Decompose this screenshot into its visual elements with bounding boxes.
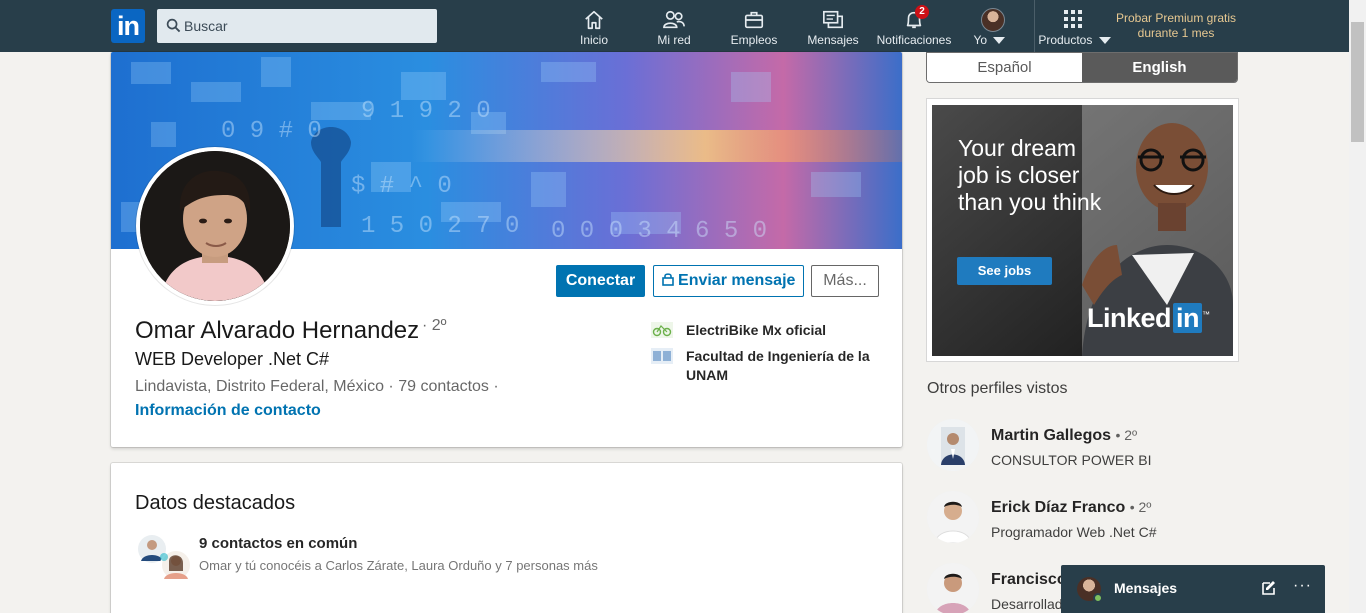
nav-item-products[interactable]: Productos (1036, 0, 1111, 52)
school-logo-icon (651, 348, 673, 364)
svg-text:0 0 0 3 4 6 5 0: 0 0 0 3 4 6 5 0 (551, 218, 767, 245)
home-icon (585, 10, 603, 30)
highlights-card: Datos destacados 9 contactos en común Om… (111, 463, 902, 613)
nav-item-my-network[interactable]: Mi red (648, 0, 700, 52)
search-icon (166, 18, 181, 33)
ad-banner[interactable]: Your dream job is closer than you think … (926, 98, 1239, 362)
other-profile-name: Francisco (991, 571, 1067, 588)
profile-card: 0 9 # 0 $ # ^ 0 1 5 0 2 7 0 0 0 0 3 4 6 … (111, 52, 902, 447)
profile-headline: WEB Developer .Net C# (135, 349, 330, 369)
nav-label-home: Inicio (579, 33, 608, 47)
nav-item-me[interactable]: Yo (970, 0, 1016, 52)
contact-info-link[interactable]: Información de contacto (135, 402, 321, 420)
profile-name: Omar Alvarado Hernandez (135, 317, 420, 344)
chevron-down-icon (993, 37, 1006, 44)
other-profile-title: Desarrollad (991, 596, 1063, 612)
compose-icon[interactable] (1261, 580, 1277, 596)
search-input[interactable] (184, 9, 429, 43)
more-options-icon[interactable]: ··· (1293, 577, 1312, 595)
svg-text:1 5 0 2 7 0: 1 5 0 2 7 0 (361, 213, 519, 240)
nav-label-notifications: Notificaciones (876, 33, 952, 47)
notification-count-badge: 2 (915, 5, 929, 19)
see-jobs-button[interactable]: See jobs (957, 257, 1052, 285)
more-actions-button[interactable]: Más... (811, 265, 879, 297)
messages-icon (823, 10, 843, 29)
nav-label-products: Productos (1036, 33, 1111, 47)
language-option-spanish[interactable]: Español (927, 53, 1082, 82)
experience-company-label: ElectriBike Mx oficial (686, 322, 827, 338)
ad-headline: Your dream job is closer than you think (958, 135, 1102, 215)
premium-trial-link[interactable]: Probar Premium gratis durante 1 mes (1109, 11, 1243, 41)
linkedin-ad-logo: Linked in ™ (1087, 303, 1210, 333)
nav-item-jobs[interactable]: Empleos (728, 0, 780, 52)
highlights-title: Datos destacados (135, 492, 296, 514)
avatar (927, 491, 979, 543)
lock-icon (661, 273, 674, 286)
ad-image: Your dream job is closer than you think … (932, 105, 1233, 356)
nav-item-home[interactable]: Inicio (568, 0, 620, 52)
location-and-connections: Lindavista, Distrito Federal, México · 7… (135, 378, 499, 395)
nav-label-my-network: Mi red (657, 33, 691, 47)
shared-connections-link[interactable]: 9 contactos en común (199, 535, 357, 552)
experience-item-company[interactable]: ElectriBike Mx oficial (651, 321, 891, 341)
nav-label-jobs: Empleos (730, 33, 778, 47)
other-profile-name: Martin Gallegos • 2º (991, 427, 1138, 444)
other-profile-item[interactable]: Martin Gallegos • 2º CONSULTOR POWER BI (927, 419, 1227, 475)
briefcase-icon (744, 11, 764, 29)
top-navigation-bar: in Inicio Mi red Empleos (0, 0, 1366, 52)
language-option-english[interactable]: English (1082, 53, 1237, 82)
other-profile-title: Programador Web .Net C# (991, 524, 1157, 540)
scrollbar-thumb[interactable] (1351, 22, 1364, 142)
linkedin-logo[interactable]: in (111, 9, 145, 43)
avatar (981, 8, 1005, 32)
other-profiles-title: Otros perfiles vistos (927, 380, 1068, 397)
messaging-label: Mensajes (1114, 580, 1178, 596)
grid-icon (1064, 10, 1082, 28)
language-toggle: Español English (926, 52, 1238, 83)
send-message-button[interactable]: Enviar mensaje (653, 265, 804, 297)
shared-connections-detail: Omar y tú conocéis a Carlos Zárate, Laur… (199, 558, 598, 573)
connection-degree: · 2º (422, 317, 447, 334)
nav-label-messages: Mensajes (807, 33, 859, 47)
connect-button[interactable]: Conectar (556, 265, 645, 297)
send-message-label: Enviar mensaje (678, 272, 796, 289)
online-status-indicator (1093, 593, 1103, 603)
avatar (927, 419, 979, 471)
svg-text:$ # ^ 0: $ # ^ 0 (351, 173, 452, 200)
messaging-bar[interactable]: Mensajes ··· (1061, 565, 1325, 613)
nav-item-messages[interactable]: Mensajes (806, 0, 860, 52)
other-profile-name: Erick Díaz Franco • 2º (991, 499, 1152, 516)
profile-photo[interactable] (136, 147, 294, 305)
experience-school-label: Facultad de Ingeniería de la UNAM (686, 348, 870, 383)
experience-item-school[interactable]: Facultad de Ingeniería de la UNAM (651, 347, 891, 387)
search-box[interactable] (157, 9, 437, 43)
people-icon (663, 10, 685, 29)
other-profile-title: CONSULTOR POWER BI (991, 452, 1152, 468)
nav-label-me: Yo (960, 33, 1016, 47)
svg-text:9 1 9 2 0: 9 1 9 2 0 (361, 98, 491, 125)
nav-item-notifications[interactable]: 2 Notificaciones (874, 0, 954, 52)
avatar (927, 563, 979, 613)
shared-connections-avatars[interactable] (136, 533, 192, 583)
company-logo-icon (651, 322, 673, 338)
other-profile-item[interactable]: Erick Díaz Franco • 2º Programador Web .… (927, 491, 1227, 547)
nav-divider (1034, 0, 1035, 52)
svg-text:0 9 # 0: 0 9 # 0 (221, 118, 322, 145)
